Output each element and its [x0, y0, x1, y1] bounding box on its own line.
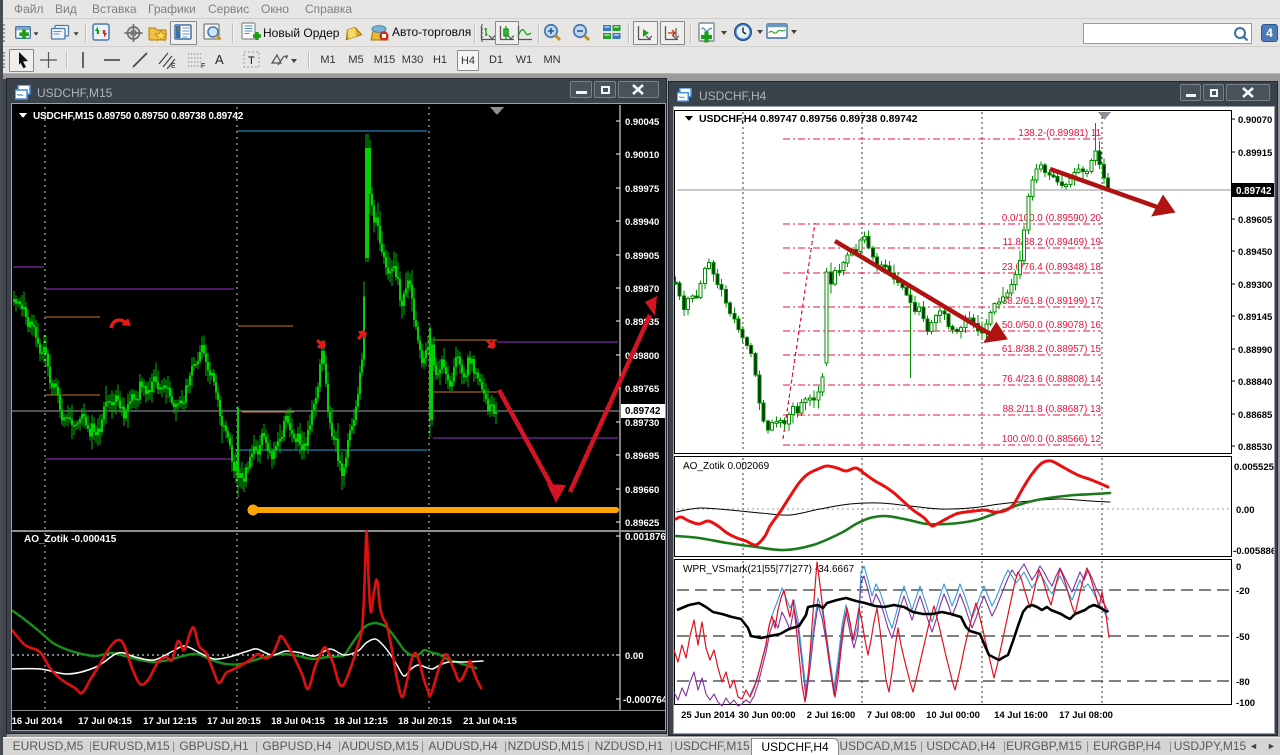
svg-text:17 Jul 04:15: 17 Jul 04:15 — [78, 716, 133, 727]
svg-text:0: 0 — [1236, 562, 1241, 573]
svg-text:0.89940: 0.89940 — [625, 217, 659, 228]
svg-text:18 Jul 12:15: 18 Jul 12:15 — [334, 716, 389, 727]
svg-text:17 Jul 08:00: 17 Jul 08:00 — [1059, 710, 1113, 721]
svg-text:0.89605: 0.89605 — [1238, 215, 1273, 226]
svg-text:16 Jul 2014: 16 Jul 2014 — [12, 716, 63, 727]
svg-text:0.89870: 0.89870 — [625, 284, 659, 295]
svg-text:USDCHF,H4 0.89747 0.89756 0.8: USDCHF,H4 0.89747 0.89756 0.89738 0.8974… — [699, 113, 918, 125]
svg-text:T: T — [248, 55, 255, 67]
svg-text:-20: -20 — [1236, 586, 1250, 597]
svg-text:88.2/11.8 (0.88687) 13: 88.2/11.8 (0.88687) 13 — [1003, 404, 1102, 415]
svg-text:-0.005886: -0.005886 — [1233, 546, 1274, 557]
svg-text:0.89905: 0.89905 — [625, 251, 660, 262]
svg-text:11.8/88.2 (0.89469) 19: 11.8/88.2 (0.89469) 19 — [1003, 237, 1101, 248]
svg-text:0.89625: 0.89625 — [625, 518, 660, 529]
svg-text:0.89765: 0.89765 — [625, 384, 660, 395]
svg-text:7 Jul 08:00: 7 Jul 08:00 — [867, 710, 916, 721]
svg-text:0.89742: 0.89742 — [625, 406, 661, 417]
svg-text:0.0/100.0 (0.89590) 20: 0.0/100.0 (0.89590) 20 — [1002, 213, 1102, 224]
svg-text:17 Jul 20:15: 17 Jul 20:15 — [207, 716, 262, 727]
svg-text:0.89300: 0.89300 — [1238, 280, 1272, 291]
svg-text:18 Jul 20:15: 18 Jul 20:15 — [398, 716, 453, 727]
svg-text:0.88685: 0.88685 — [1238, 410, 1273, 421]
svg-text:0.89730: 0.89730 — [625, 418, 659, 429]
svg-text:100.0/0.0 (0.88566) 12: 100.0/0.0 (0.88566) 12 — [1002, 434, 1101, 445]
svg-text:0.88530: 0.88530 — [1238, 442, 1272, 453]
svg-text:50.0/50.0 (0.89078) 16: 50.0/50.0 (0.89078) 16 — [1002, 320, 1102, 331]
svg-text:0.001876: 0.001876 — [625, 532, 665, 543]
svg-text:61.8/38.2 (0.88957) 15: 61.8/38.2 (0.88957) 15 — [1002, 344, 1102, 355]
svg-text:0.90045: 0.90045 — [625, 117, 660, 128]
svg-text:138.2-(0.89981) 11: 138.2-(0.89981) 11 — [1018, 128, 1101, 139]
svg-text:38.2/61.8 (0.89199) 17: 38.2/61.8 (0.89199) 17 — [1002, 296, 1101, 307]
svg-text:2 Jul 16:00: 2 Jul 16:00 — [807, 710, 856, 721]
svg-text:76.4/23.6 (0.88808) 14: 76.4/23.6 (0.88808) 14 — [1002, 374, 1102, 385]
svg-text:AO_Zotik -0.000415: AO_Zotik -0.000415 — [24, 534, 117, 545]
svg-text:0.89975: 0.89975 — [625, 184, 660, 195]
svg-text:-80: -80 — [1236, 677, 1250, 688]
svg-text:0.89450: 0.89450 — [1238, 247, 1272, 258]
svg-text:25 Jun 2014: 25 Jun 2014 — [681, 710, 736, 721]
svg-text:0.89695: 0.89695 — [625, 451, 660, 462]
svg-text:0.005525: 0.005525 — [1234, 462, 1274, 473]
svg-text:0.88840: 0.88840 — [1238, 377, 1272, 388]
svg-text:23.6/76.4 (0.89348) 18: 23.6/76.4 (0.89348) 18 — [1002, 262, 1102, 273]
svg-text:21 Jul 04:15: 21 Jul 04:15 — [463, 716, 518, 727]
svg-text:18 Jul 04:15: 18 Jul 04:15 — [271, 716, 326, 727]
svg-text:E: E — [171, 63, 176, 69]
svg-text:F: F — [201, 63, 205, 69]
svg-text:-50: -50 — [1236, 632, 1250, 643]
svg-text:17 Jul 12:15: 17 Jul 12:15 — [143, 716, 198, 727]
svg-text:AO_Zotik 0.002069: AO_Zotik 0.002069 — [683, 461, 770, 472]
svg-text:0.89660: 0.89660 — [625, 485, 659, 496]
svg-text:-0.000764: -0.000764 — [623, 695, 665, 706]
svg-text:USDCHF,M15 0.89750 0.89750 0.: USDCHF,M15 0.89750 0.89750 0.89738 0.897… — [33, 111, 244, 122]
svg-text:-100: -100 — [1236, 698, 1255, 709]
svg-text:0.90070: 0.90070 — [1238, 115, 1272, 126]
svg-text:0.89145: 0.89145 — [1238, 312, 1273, 323]
svg-text:0.88990: 0.88990 — [1238, 345, 1272, 356]
svg-text:0.00: 0.00 — [1236, 505, 1255, 516]
svg-text:0.90010: 0.90010 — [625, 150, 659, 161]
svg-text:14 Jul 16:00: 14 Jul 16:00 — [994, 710, 1048, 721]
svg-text:0.89915: 0.89915 — [1238, 148, 1273, 159]
svg-text:30 Jun 00:00: 30 Jun 00:00 — [738, 710, 795, 721]
svg-text:WPR_VSmark(21|55|77|277) -34.6: WPR_VSmark(21|55|77|277) -34.6667 — [683, 564, 855, 575]
svg-text:10 Jul 00:00: 10 Jul 00:00 — [926, 710, 980, 721]
svg-text:0.89742: 0.89742 — [1236, 186, 1272, 197]
svg-text:0.00: 0.00 — [625, 651, 644, 662]
